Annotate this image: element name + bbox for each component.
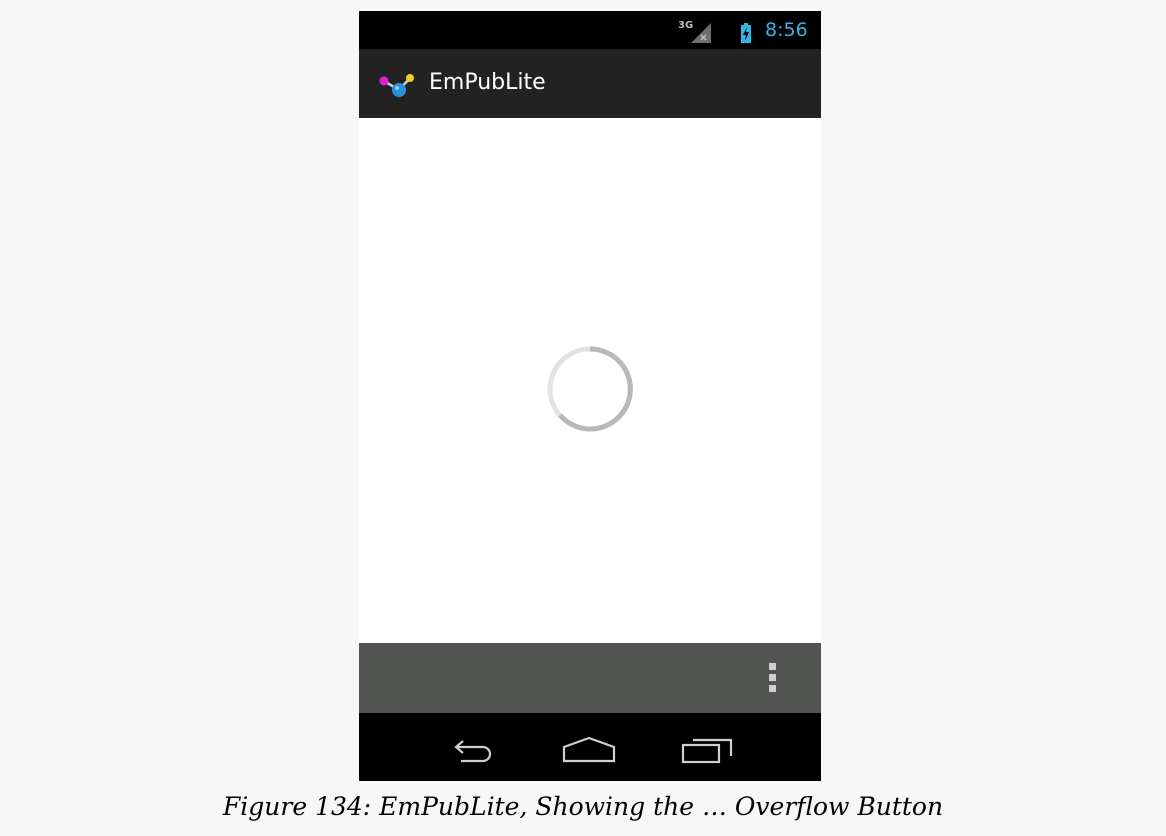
status-clock: 8:56 xyxy=(765,19,808,41)
figure-caption: Figure 134: EmPubLite, Showing the … Ove… xyxy=(222,792,944,821)
overflow-menu-icon xyxy=(769,663,776,670)
content-area xyxy=(359,118,821,643)
navigation-bar xyxy=(359,713,821,781)
home-icon xyxy=(562,736,616,763)
overflow-menu-icon-dot xyxy=(769,685,776,692)
loading-spinner-icon xyxy=(547,346,633,432)
overflow-menu-button[interactable] xyxy=(759,657,787,699)
recent-apps-button[interactable] xyxy=(677,731,737,767)
overflow-menu-icon-dot xyxy=(769,674,776,681)
split-action-bar xyxy=(359,643,821,713)
action-bar: EmPubLite xyxy=(359,49,821,118)
home-button[interactable] xyxy=(559,731,619,767)
back-icon xyxy=(454,740,492,763)
empublite-app-icon[interactable] xyxy=(378,70,418,100)
app-title: EmPubLite xyxy=(429,70,546,95)
back-button[interactable] xyxy=(443,731,503,767)
battery-charging-icon xyxy=(741,23,751,43)
phone-screen: 3G 8:56 EmPubLite xyxy=(359,11,821,781)
recent-apps-icon xyxy=(681,738,733,764)
status-bar: 3G 8:56 xyxy=(359,11,821,49)
signal-strength-icon xyxy=(691,23,711,43)
